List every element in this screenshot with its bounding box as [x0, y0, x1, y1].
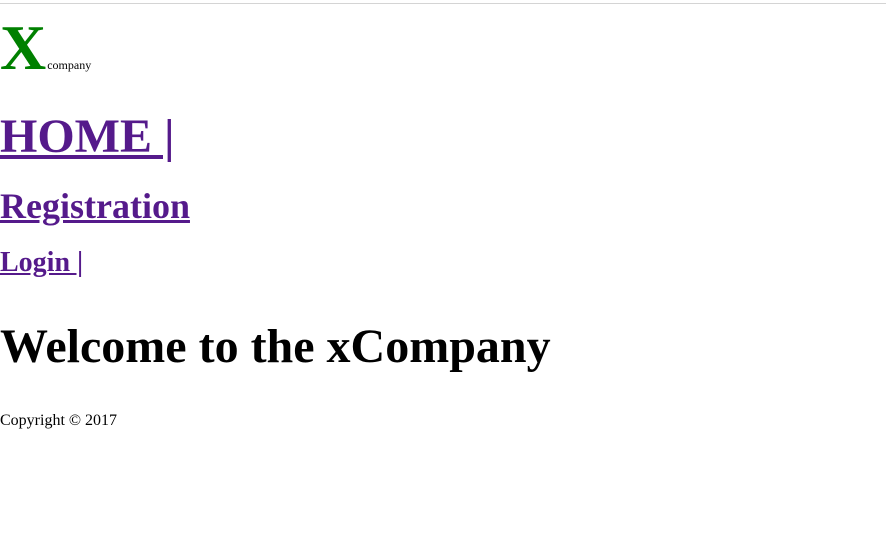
footer-copyright: Copyright © 2017 — [0, 412, 118, 429]
top-divider — [0, 3, 886, 4]
page-title: Welcome to the xCompany — [0, 320, 551, 373]
nav-link-registration[interactable]: Registration — [0, 188, 190, 224]
nav-link-home[interactable]: HOME | — [0, 113, 175, 161]
logo-subtitle: company — [47, 58, 92, 72]
site-logo: Xcompany — [0, 16, 91, 80]
nav-link-login[interactable]: Login | — [0, 249, 83, 277]
logo-letter: X — [0, 12, 47, 83]
